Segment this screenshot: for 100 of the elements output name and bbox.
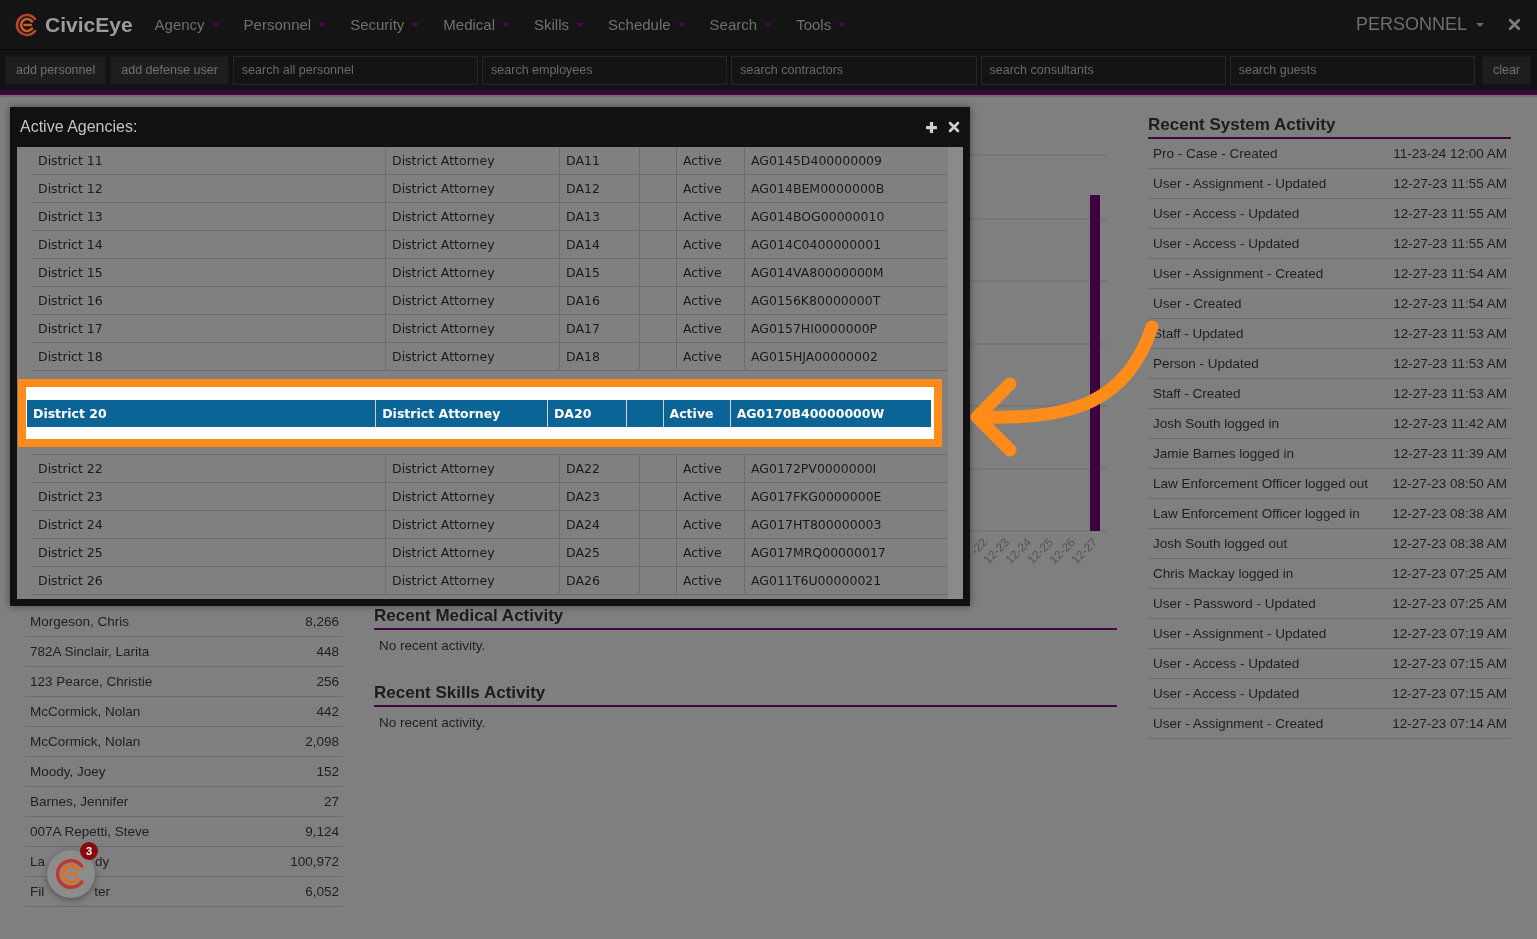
activity-text: User - Access - Updated <box>1153 206 1300 221</box>
section-heading: Recent Skills Activity <box>374 683 1117 707</box>
person-name: Barnes, Jennifer <box>30 794 129 809</box>
search-field[interactable]: search consultants <box>980 55 1226 85</box>
table-cell: District 16 <box>32 287 386 314</box>
menu-item[interactable]: Skills <box>534 16 599 33</box>
menu-item[interactable]: Security <box>350 16 434 33</box>
clear-button[interactable]: clear <box>1481 55 1532 85</box>
table-cell: DA17 <box>560 315 640 342</box>
activity-time: 12-27-23 11:53 AM <box>1393 326 1507 341</box>
activity-text: User - Access - Updated <box>1153 656 1300 671</box>
table-cell: DA11 <box>560 147 640 174</box>
table-cell: District 25 <box>32 539 386 566</box>
table-cell: District Attorney <box>386 231 560 258</box>
table-cell-text: AG014VA80000000M <box>750 264 885 282</box>
menu-item[interactable]: Schedule <box>608 16 700 33</box>
activity-text: Law Enforcement Officer logged out <box>1153 476 1369 491</box>
person-name: McCormick, Nolan <box>30 704 141 719</box>
table-row[interactable]: District 18 District Attorney DA18 Active AG015HJA00000002 <box>32 343 948 371</box>
search-field[interactable]: search contractors <box>731 55 977 85</box>
scrollbar-track[interactable] <box>948 147 963 599</box>
search-field[interactable]: search all personnel <box>232 55 479 85</box>
table-row[interactable]: District 11 District Attorney DA11 Active AG0145D400000009 <box>32 147 948 175</box>
section-dropdown[interactable]: PERSONNEL <box>1349 13 1490 36</box>
activity-time: 12-27-23 08:50 AM <box>1392 476 1507 491</box>
menu-item[interactable]: Medical <box>443 16 525 33</box>
table-cell-text: AG017MRQ00000017 <box>750 544 887 562</box>
activity-time: 12-27-23 07:15 AM <box>1392 686 1507 701</box>
table-cell: DA16 <box>560 287 640 314</box>
table-row[interactable]: District 16 District Attorney DA16 Active AG0156K80000000T <box>32 287 948 315</box>
selected-row[interactable]: District 20 District Attorney DA20 Active AG0170B40000000W <box>27 400 931 427</box>
table-cell: Active <box>677 287 745 314</box>
table-cell-text: AG017HT800000003 <box>750 516 883 534</box>
table-cell: DA14 <box>560 231 640 258</box>
toolbar-button[interactable]: add personnel <box>5 55 107 85</box>
table-cell-text: AG011T6U00000021 <box>750 572 883 590</box>
menu-item[interactable]: Personnel <box>243 16 341 33</box>
logo-icon[interactable] <box>15 12 39 37</box>
table-row[interactable]: District 15 District Attorney DA15 Active AG014VA80000000M <box>32 259 948 287</box>
table-cell-text: AG0172PV0000000I <box>750 460 878 478</box>
table-cell: District 12 <box>32 175 386 202</box>
person-count: 442 <box>316 704 339 719</box>
person-name: 782A Sinclair, Larita <box>30 644 150 659</box>
table-row[interactable]: District 14 District Attorney DA14 Active AG014C0400000001 <box>32 231 948 259</box>
person-count: 448 <box>316 644 339 659</box>
person-name: McCormick, Nolan <box>30 734 141 749</box>
table-row[interactable]: District 25 District Attorney DA25 Active AG017MRQ00000017 <box>32 539 948 567</box>
menu-item[interactable]: Agency <box>154 16 234 33</box>
activity-text: Chris Mackay logged in <box>1153 566 1294 581</box>
toolbar-button[interactable]: add defense user <box>110 55 229 85</box>
table-row[interactable]: District 23 District Attorney DA23 Active AG017FKG0000000E <box>32 483 948 511</box>
empty-message: No recent activity. <box>378 637 487 655</box>
activity-time: 12-27-23 11:42 AM <box>1393 416 1507 431</box>
table-cell: District Attorney <box>376 400 548 427</box>
table-cell-text: AG014BOG00000010 <box>750 208 886 226</box>
table-cell: Active <box>677 231 745 258</box>
table-cell: District Attorney <box>386 287 560 314</box>
activity-text: User - Assignment - Created <box>1153 266 1324 281</box>
table-cell-text: AG0145D400000009 <box>750 152 884 170</box>
activity-time: 12-27-23 11:55 AM <box>1393 176 1507 191</box>
table-cell: District 17 <box>32 315 386 342</box>
activity-text: User - Assignment - Updated <box>1153 176 1327 191</box>
search-field[interactable]: search employees <box>482 55 728 85</box>
person-count: 256 <box>316 674 339 689</box>
table-row[interactable]: District 22 District Attorney DA22 Active AG0172PV0000000I <box>32 455 948 483</box>
activity-time: 12-27-23 07:14 AM <box>1392 716 1507 731</box>
table-cell: District Attorney <box>386 343 560 370</box>
activity-time: 12-27-23 07:19 AM <box>1392 626 1507 641</box>
brand-name[interactable]: CivicEye <box>45 12 133 37</box>
table-row[interactable]: District 26 District Attorney DA26 Active AG011T6U00000021 <box>32 567 948 595</box>
person-count: 2,098 <box>305 734 339 749</box>
table-cell: District 22 <box>32 455 386 482</box>
empty-message: No recent activity. <box>378 714 487 732</box>
table-row[interactable]: District 13 District Attorney DA13 Active AG014BOG00000010 <box>32 203 948 231</box>
activity-text: Jamie Barnes logged in <box>1153 446 1295 461</box>
person-name: 007A Repetti, Steve <box>30 824 150 839</box>
table-cell: District Attorney <box>386 315 560 342</box>
search-field[interactable]: search guests <box>1229 55 1475 85</box>
table-row[interactable]: District 24 District Attorney DA24 Active AG017HT800000003 <box>32 511 948 539</box>
activity-time: 12-27-23 08:38 AM <box>1392 506 1507 521</box>
table-cell-text: AG014BEM0000000B <box>750 180 886 198</box>
table-row[interactable]: District 12 District Attorney DA12 Active AG014BEM0000000B <box>32 175 948 203</box>
activity-time: 12-27-23 11:54 AM <box>1393 266 1507 281</box>
table-cell: District Attorney <box>386 147 560 174</box>
table-row[interactable]: District 17 District Attorney DA17 Active AG0157HI0000000P <box>32 315 948 343</box>
table-cell: Active <box>677 455 745 482</box>
activity-time: 12-27-23 07:15 AM <box>1392 656 1507 671</box>
table-cell: DA23 <box>560 483 640 510</box>
person-name-end: ter <box>94 884 110 899</box>
person-count: 100,972 <box>290 854 339 869</box>
table-cell: Active <box>677 315 745 342</box>
add-icon[interactable] <box>925 120 938 134</box>
table-cell-text: AG015HJA00000002 <box>750 348 879 366</box>
activity-time: 11-23-24 12:00 AM <box>1393 146 1507 161</box>
activity-time: 12-27-23 07:25 AM <box>1392 596 1507 611</box>
menu-item[interactable]: Tools <box>796 16 861 33</box>
table-cell: DA22 <box>560 455 640 482</box>
table-cell: District Attorney <box>386 203 560 230</box>
menu-item[interactable]: Search <box>709 16 787 33</box>
table-cell: District Attorney <box>386 539 560 566</box>
